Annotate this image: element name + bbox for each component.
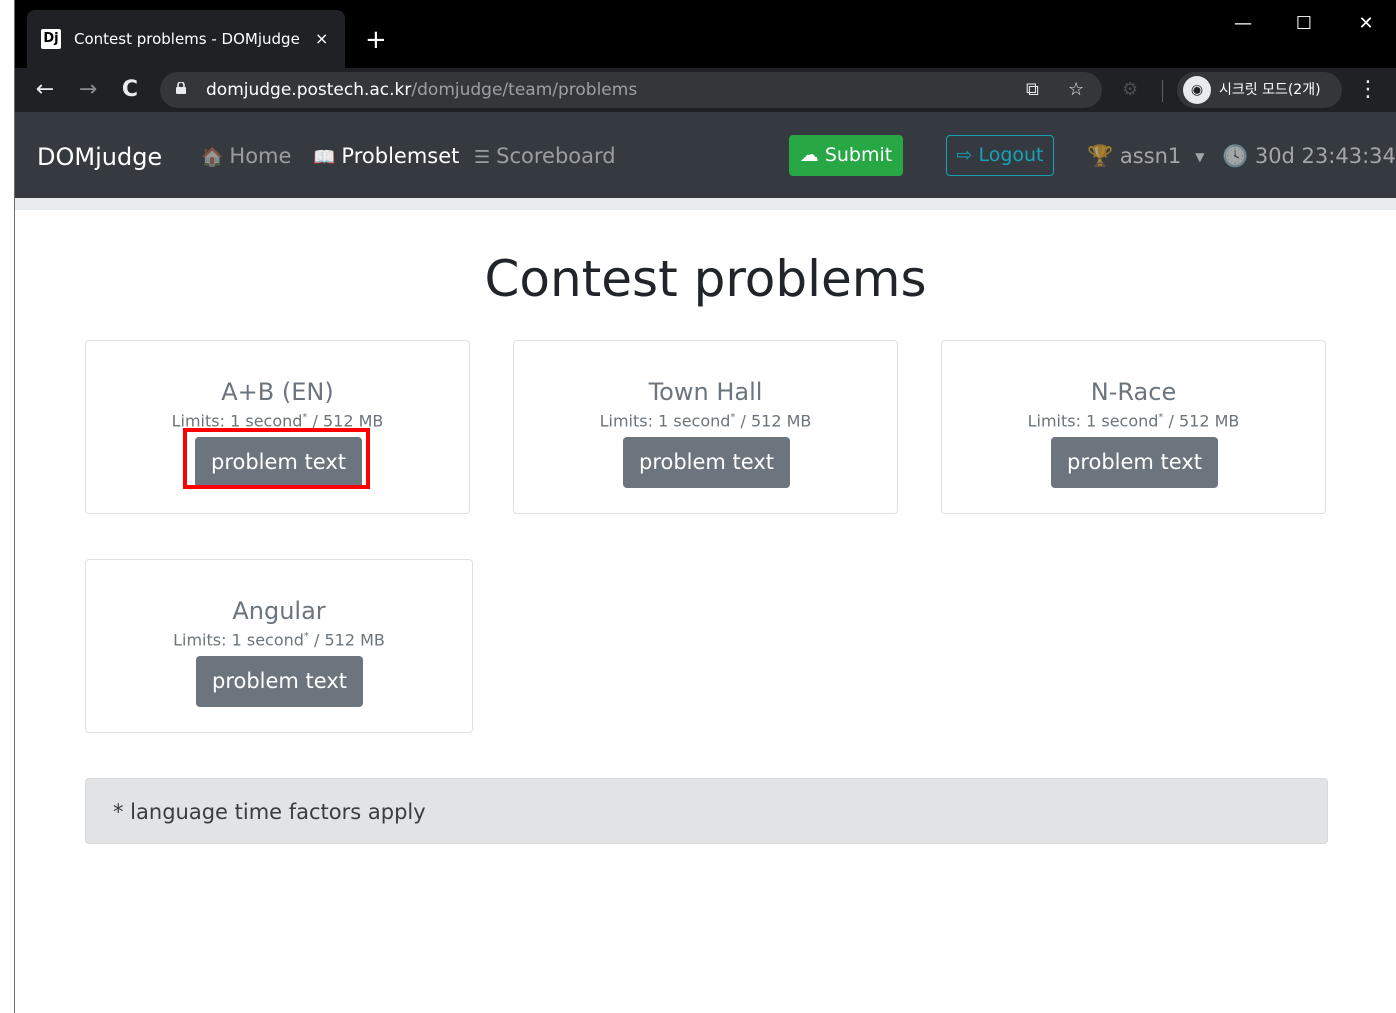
maximize-icon[interactable]: ☐ xyxy=(1289,14,1319,34)
book-icon: 📖 xyxy=(313,147,336,168)
nav-problemset-label: Problemset xyxy=(341,144,460,168)
browser-window: Dj Contest problems - DOMjudge × + — ☐ ✕… xyxy=(15,0,1396,1013)
problem-text-button[interactable]: problem text xyxy=(623,437,790,488)
problem-limits: Limits: 1 second* / 512 MB xyxy=(942,408,1325,431)
nav-scoreboard-label: Scoreboard xyxy=(496,144,616,168)
forward-arrow-icon[interactable]: → xyxy=(74,76,102,104)
caret-down-icon: ▼ xyxy=(1195,150,1205,164)
problem-text-button[interactable]: problem text xyxy=(196,656,363,707)
incognito-label: 시크릿 모드(2개) xyxy=(1219,82,1321,98)
problem-card: Town Hall Limits: 1 second* / 512 MB pro… xyxy=(513,340,898,514)
lock-icon xyxy=(176,82,186,94)
problem-limits: Limits: 1 second* / 512 MB xyxy=(86,627,472,650)
domjudge-navbar: DOMjudge 🏠 Home 📖 Problemset ☰ Scoreboard ☁… xyxy=(15,112,1396,198)
limits-text: Limits: 1 second xyxy=(173,630,304,650)
team-dropdown[interactable]: 🏆 assn1 ▼ xyxy=(1087,142,1204,171)
browser-tab[interactable]: Dj Contest problems - DOMjudge × xyxy=(27,10,345,68)
window-close-icon[interactable]: ✕ xyxy=(1351,14,1381,34)
cloud-upload-icon: ☁ xyxy=(799,144,825,166)
back-arrow-icon[interactable]: ← xyxy=(31,76,59,104)
problem-name: A+B (EN) xyxy=(221,378,334,406)
team-name: assn1 xyxy=(1119,144,1182,168)
limits-memory: / 512 MB xyxy=(1163,411,1240,431)
limits-text: Limits: 1 second xyxy=(599,411,731,431)
nav-home[interactable]: 🏠 Home xyxy=(201,142,291,172)
submit-button[interactable]: ☁ Submit xyxy=(789,135,903,176)
browser-menu-icon[interactable]: ⋮ xyxy=(1357,76,1379,104)
toolbar-separator xyxy=(1162,80,1163,102)
navbar-shadow-strip xyxy=(15,198,1396,210)
time-factor-note: * language time factors apply xyxy=(85,778,1328,844)
address-bar[interactable]: domjudge.postech.ac.kr/domjudge/team/pro… xyxy=(160,72,1102,108)
limits-memory: / 512 MB xyxy=(308,630,385,650)
sign-out-icon: ⇨ xyxy=(956,144,979,166)
problem-card: Angular Limits: 1 second* / 512 MB probl… xyxy=(85,559,473,733)
bookmark-star-icon[interactable]: ☆ xyxy=(1068,80,1084,100)
nav-scoreboard[interactable]: ☰ Scoreboard xyxy=(474,142,616,172)
tab-strip: Dj Contest problems - DOMjudge × + — ☐ ✕ xyxy=(15,0,1396,68)
footnote-text: * language time factors apply xyxy=(113,800,426,824)
url-host: domjudge.postech.ac.kr xyxy=(206,80,412,100)
problem-text-button[interactable]: problem text xyxy=(1051,437,1218,488)
minimize-icon[interactable]: — xyxy=(1228,14,1258,34)
list-icon: ☰ xyxy=(474,147,491,168)
tab-title: Contest problems - DOMjudge xyxy=(74,30,300,48)
nav-home-label: Home xyxy=(229,144,292,168)
contest-countdown: 🕓 30d 23:43:34 xyxy=(1222,142,1396,170)
translate-icon[interactable]: ⧉ xyxy=(1026,80,1039,100)
logout-label: Logout xyxy=(978,144,1044,166)
problem-name: Angular xyxy=(232,597,326,625)
problem-name: N-Race xyxy=(1090,378,1177,406)
incognito-icon: ◉ xyxy=(1183,76,1211,104)
reload-icon[interactable]: C xyxy=(116,76,144,104)
brand-logo[interactable]: DOMjudge xyxy=(37,142,162,172)
new-tab-icon[interactable]: + xyxy=(365,27,387,53)
countdown-text: 30d 23:43:34 xyxy=(1254,144,1396,168)
nav-problemset[interactable]: 📖 Problemset xyxy=(313,142,459,172)
page-title: Contest problems xyxy=(484,250,927,308)
limits-memory: / 512 MB xyxy=(735,411,812,431)
limits-text: Limits: 1 second xyxy=(1027,411,1159,431)
logout-button[interactable]: ⇨ Logout xyxy=(946,135,1054,176)
tab-close-icon[interactable]: × xyxy=(315,29,328,49)
url-text: domjudge.postech.ac.kr/domjudge/team/pro… xyxy=(206,80,637,100)
problem-limits: Limits: 1 second* / 512 MB xyxy=(514,408,897,431)
left-window-edge xyxy=(0,0,15,1013)
problem-name: Town Hall xyxy=(648,378,763,406)
trophy-icon: 🏆 xyxy=(1087,144,1120,168)
extension-icon[interactable]: ⚙ xyxy=(1122,78,1138,102)
problem-card: N-Race Limits: 1 second* / 512 MB proble… xyxy=(941,340,1326,514)
browser-toolbar: ← → C domjudge.postech.ac.kr/domjudge/te… xyxy=(15,68,1396,112)
domjudge-favicon-icon: Dj xyxy=(41,29,61,49)
home-icon: 🏠 xyxy=(201,147,224,168)
submit-label: Submit xyxy=(824,144,893,166)
clock-icon: 🕓 xyxy=(1222,144,1255,168)
highlight-box xyxy=(183,428,370,489)
url-path: /domjudge/team/problems xyxy=(411,80,638,100)
incognito-indicator[interactable]: ◉ 시크릿 모드(2개) xyxy=(1177,72,1342,108)
